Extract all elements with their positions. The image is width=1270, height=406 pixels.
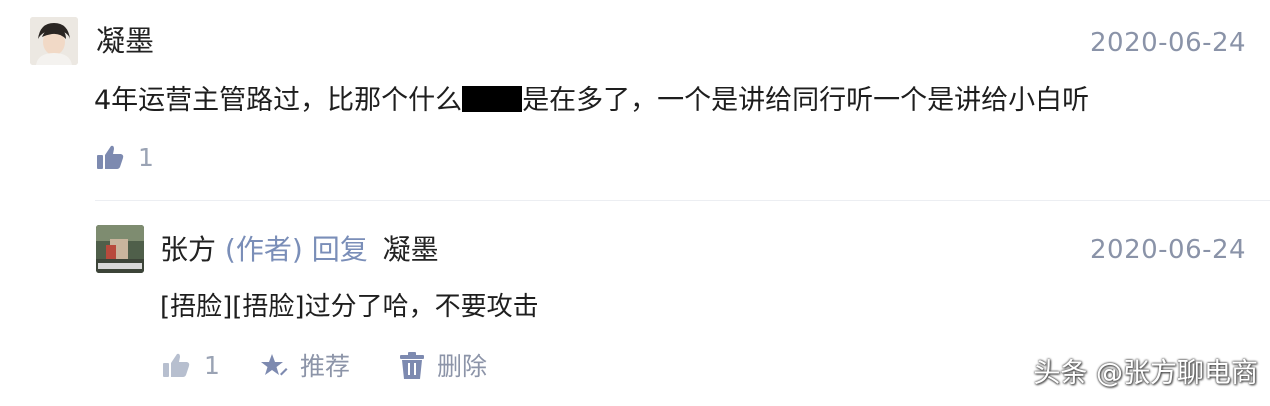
commenter-name[interactable]: 凝墨 <box>96 27 154 56</box>
comment-date: 2020-06-24 <box>1090 28 1247 58</box>
author-tag: (作者) <box>224 233 303 266</box>
thumbs-up-icon <box>96 144 124 170</box>
reply-date: 2020-06-24 <box>1090 235 1247 265</box>
replier-avatar[interactable] <box>96 225 144 273</box>
avatar-image <box>96 225 144 273</box>
replier-name[interactable]: 张方 <box>160 233 216 266</box>
redacted-block <box>462 86 523 112</box>
reply-label: 回复 <box>311 233 368 266</box>
recommend-button[interactable]: 推荐 <box>260 352 350 380</box>
trash-icon <box>399 352 425 380</box>
delete-label: 删除 <box>437 351 488 381</box>
comment-text-part1: 4年运营主管路过，比那个什么 <box>94 85 463 116</box>
thumbs-up-icon <box>162 352 190 378</box>
reply-text: [捂脸][捂脸]过分了哈，不要攻击 <box>160 292 539 322</box>
comment-text-part2: 是在多了，一个是讲给同行听一个是讲给小白听 <box>522 85 1090 116</box>
avatar-image <box>30 17 78 65</box>
comment-like-button[interactable]: 1 <box>96 144 154 170</box>
commenter-avatar[interactable] <box>30 17 78 65</box>
reply-like-button[interactable]: 1 <box>162 352 220 378</box>
watermark: 头条 @张方聊电商 <box>1033 358 1258 389</box>
delete-button[interactable]: 删除 <box>399 352 487 380</box>
divider <box>95 200 1270 201</box>
star-pen-icon <box>260 352 288 380</box>
recommend-label: 推荐 <box>300 351 351 381</box>
comment-like-count: 1 <box>138 142 154 172</box>
reply-like-count: 1 <box>204 350 220 380</box>
comment-text: 4年运营主管路过，比那个什么 是在多了，一个是讲给同行听一个是讲给小白听 <box>94 86 1089 114</box>
reply-header: 张方 (作者) 回复 凝墨 <box>160 236 439 264</box>
reply-to-name[interactable]: 凝墨 <box>383 233 439 266</box>
